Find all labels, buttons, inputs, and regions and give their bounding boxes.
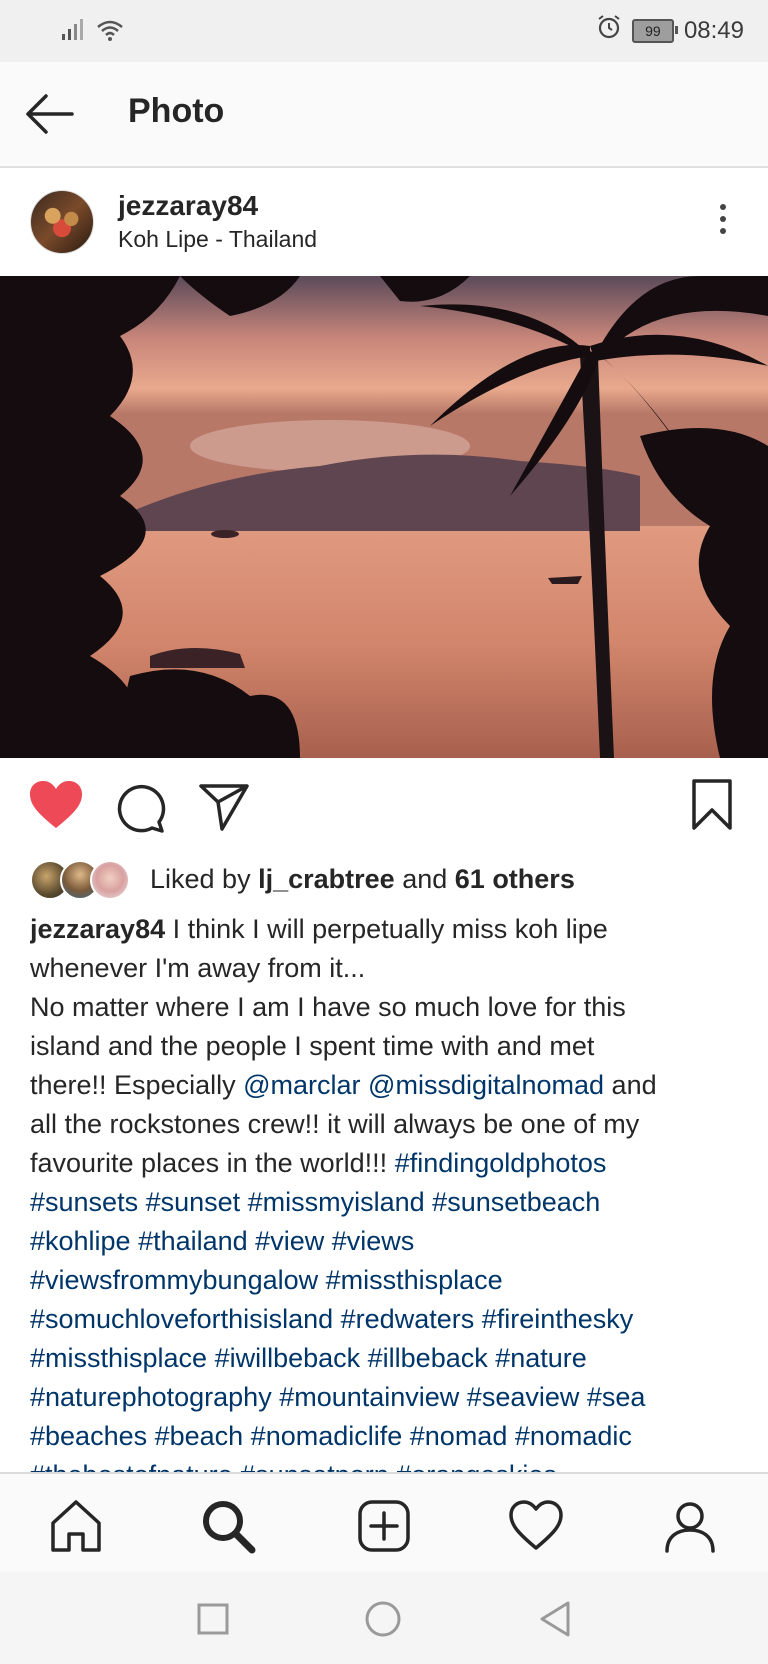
caption-text: all the rockstones crew!! it will always…	[30, 1109, 640, 1139]
system-navigation-bar	[0, 1572, 768, 1664]
page-title: Photo	[128, 92, 225, 130]
caption-username[interactable]: jezzaray84	[30, 914, 165, 944]
likes-row[interactable]: Liked by lj_crabtree and 61 others	[30, 858, 750, 902]
activity-heart-icon[interactable]	[508, 1498, 564, 1554]
post-location[interactable]: Koh Lipe - Thailand	[118, 226, 317, 253]
caption-text: there!! Especially	[30, 1070, 244, 1100]
hashtag-link[interactable]: #missthisplace #iwillbeback #illbeback #…	[30, 1343, 587, 1373]
post-actions	[0, 770, 768, 846]
caption-line: #somuchloveforthisisland #redwaters #fir…	[30, 1300, 740, 1339]
sunset-palm-image	[0, 276, 768, 758]
caption-line: #thebestofnature #sunsetporn #orangeskie…	[30, 1456, 740, 1472]
liker-avatar	[90, 860, 130, 900]
hashtag-link[interactable]: #naturephotography #mountainview #seavie…	[30, 1382, 645, 1412]
caption-text: whenever I'm away from it...	[30, 953, 366, 983]
alarm-icon	[596, 14, 622, 47]
more-options-icon[interactable]	[718, 204, 728, 240]
hashtag-link[interactable]: #somuchloveforthisisland #redwaters #fir…	[30, 1304, 633, 1334]
caption-line: #missthisplace #iwillbeback #illbeback #…	[30, 1339, 740, 1378]
caption-line: #naturephotography #mountainview #seavie…	[30, 1378, 740, 1417]
battery-icon: 99	[631, 18, 678, 43]
caption-text: favourite places in the world!!!	[30, 1148, 395, 1178]
caption-text	[361, 1070, 369, 1100]
battery-level: 99	[645, 22, 661, 39]
heart-filled-icon[interactable]	[28, 780, 84, 837]
caption-text: I think I will perpetually miss koh lipe	[165, 914, 608, 944]
back-triangle-icon[interactable]	[538, 1600, 572, 1643]
bottom-navigation	[0, 1472, 768, 1574]
hashtag-link[interactable]: #beaches #beach #nomadiclife #nomad #nom…	[30, 1421, 632, 1451]
caption-text: and	[604, 1070, 657, 1100]
caption-line: #sunsets #sunset #missmyisland #sunsetbe…	[30, 1183, 740, 1222]
caption-line: #kohlipe #thailand #view #views	[30, 1222, 740, 1261]
back-arrow-icon[interactable]	[22, 90, 76, 138]
caption-line: favourite places in the world!!! #findin…	[30, 1144, 740, 1183]
post-caption: jezzaray84 I think I will perpetually mi…	[30, 910, 740, 1472]
bookmark-icon[interactable]	[690, 778, 734, 837]
caption-line: #beaches #beach #nomadiclife #nomad #nom…	[30, 1417, 740, 1456]
avatar[interactable]	[30, 190, 94, 254]
mention-link[interactable]: @missdigitalnomad	[368, 1070, 604, 1100]
hashtag-link[interactable]: #kohlipe #thailand #view #views	[30, 1226, 414, 1256]
post-username[interactable]: jezzaray84	[118, 190, 258, 222]
status-bar: 99 08:49	[0, 0, 768, 62]
liker-avatars	[30, 860, 140, 900]
likes-prefix: Liked by	[150, 864, 251, 894]
likes-others[interactable]: 61 others	[455, 864, 575, 894]
home-circle-icon[interactable]	[364, 1600, 402, 1643]
liker-username[interactable]: lj_crabtree	[258, 864, 395, 894]
post-header: jezzaray84 Koh Lipe - Thailand	[0, 168, 768, 276]
caption-line: #viewsfrommybungalow #missthisplace	[30, 1261, 740, 1300]
caption-text: island and the people I spent time with …	[30, 1031, 595, 1061]
hashtag-link[interactable]: #findingoldphotos	[395, 1148, 607, 1178]
comment-icon[interactable]	[114, 782, 166, 839]
caption-line: there!! Especially @marclar @missdigital…	[30, 1066, 740, 1105]
clock: 08:49	[683, 16, 744, 44]
hashtag-link[interactable]: #thebestofnature #sunsetporn #orangeskie…	[30, 1460, 557, 1472]
search-icon[interactable]	[200, 1498, 256, 1554]
hashtag-link[interactable]: #viewsfrommybungalow #missthisplace	[30, 1265, 503, 1295]
caption-line: island and the people I spent time with …	[30, 1027, 740, 1066]
home-icon[interactable]	[48, 1498, 104, 1554]
recents-square-icon[interactable]	[196, 1602, 230, 1641]
mention-link[interactable]: @marclar	[243, 1070, 360, 1100]
caption-line: No matter where I am I have so much love…	[30, 988, 740, 1027]
signal-icon	[62, 18, 88, 47]
caption-line: all the rockstones crew!! it will always…	[30, 1105, 740, 1144]
likes-text: Liked by lj_crabtree and 61 others	[150, 864, 575, 895]
post-photo[interactable]	[0, 276, 768, 758]
caption-text: No matter where I am I have so much love…	[30, 992, 626, 1022]
wifi-icon	[96, 18, 124, 47]
new-post-icon[interactable]	[356, 1498, 412, 1554]
likes-and: and	[402, 864, 448, 894]
caption-line: jezzaray84 I think I will perpetually mi…	[30, 910, 740, 949]
top-app-bar: Photo	[0, 62, 768, 168]
caption-line: whenever I'm away from it...	[30, 949, 740, 988]
hashtag-link[interactable]: #sunsets #sunset #missmyisland #sunsetbe…	[30, 1187, 600, 1217]
share-icon[interactable]	[198, 782, 250, 837]
profile-icon[interactable]	[662, 1498, 718, 1554]
